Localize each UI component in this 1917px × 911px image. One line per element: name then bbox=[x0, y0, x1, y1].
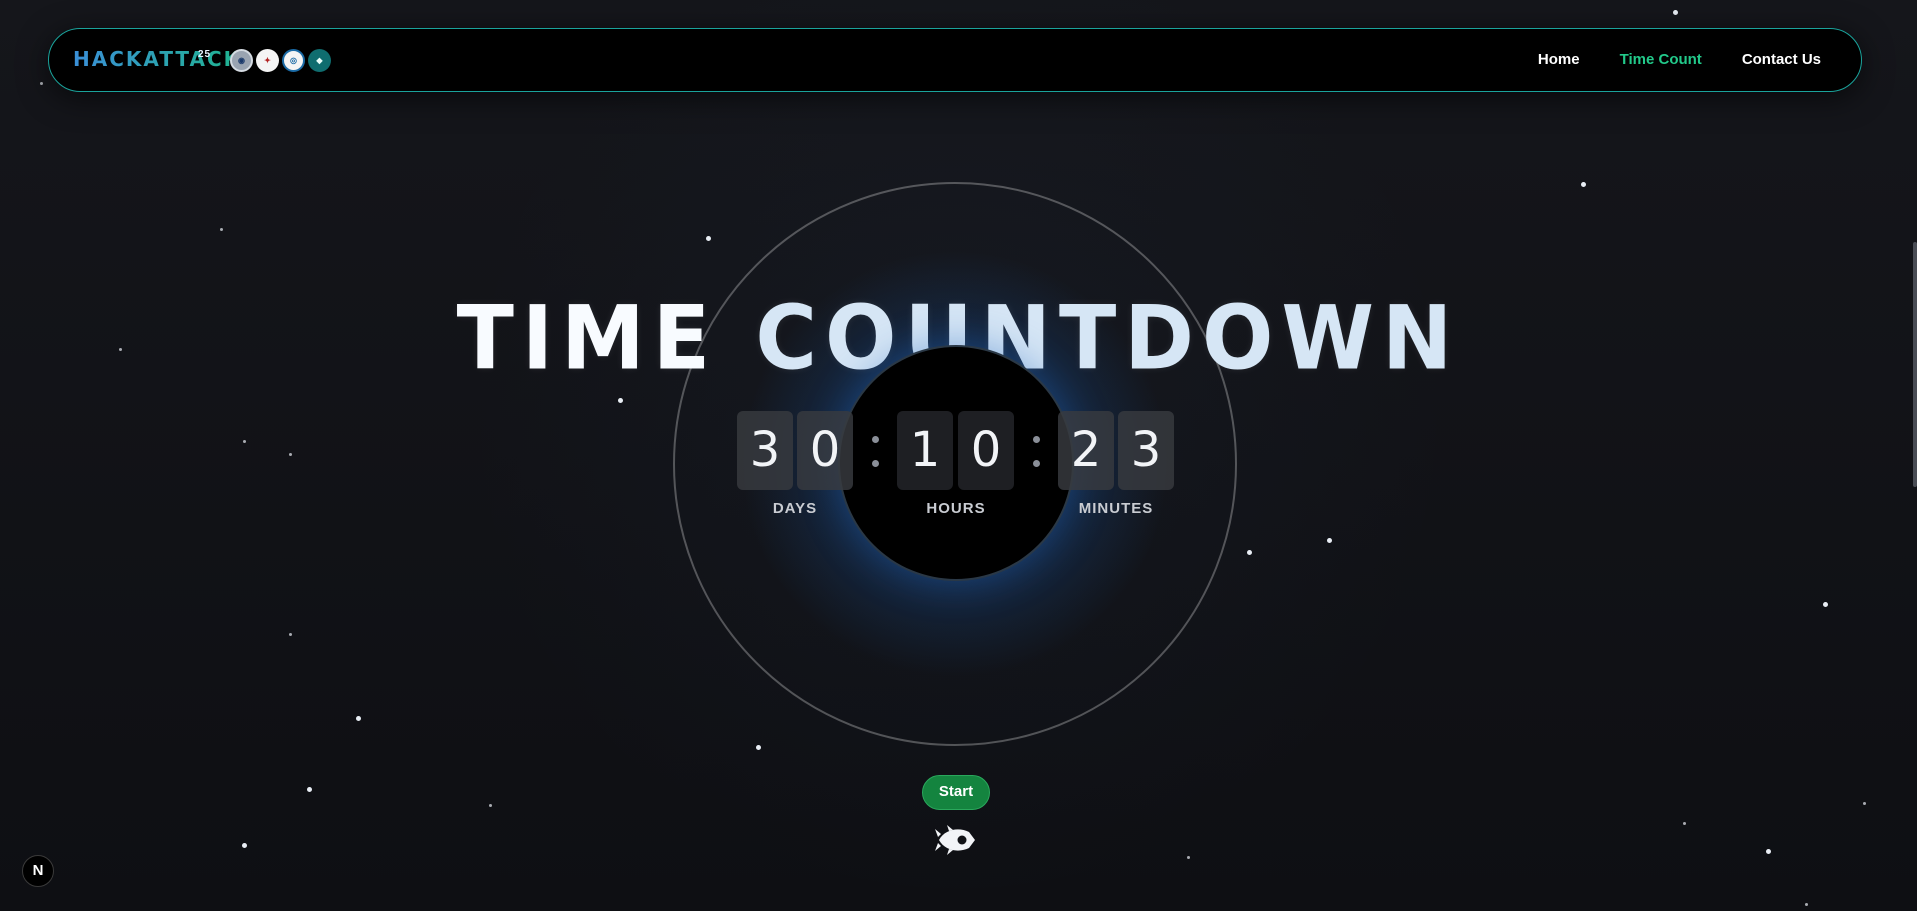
separator-colon bbox=[870, 430, 880, 474]
star bbox=[1863, 802, 1866, 805]
minutes-digit-2: 3 bbox=[1118, 411, 1174, 490]
partner-logo-1-icon: ◉ bbox=[230, 49, 253, 72]
star bbox=[618, 398, 623, 403]
star bbox=[1327, 538, 1332, 543]
partner-logo-4-icon: ◆ bbox=[308, 49, 331, 72]
star bbox=[1247, 550, 1252, 555]
nav-links: Home Time Count Contact Us bbox=[1538, 51, 1821, 68]
navbar: HACKATTACK 25 ◉ ✦ ◎ ◆ Home Time Count Co… bbox=[48, 28, 1862, 92]
page: HACKATTACK 25 ◉ ✦ ◎ ◆ Home Time Count Co… bbox=[0, 0, 1917, 911]
star bbox=[243, 440, 246, 443]
star bbox=[289, 633, 292, 636]
partner-logo-2-icon: ✦ bbox=[256, 49, 279, 72]
brand-superscript: 25 bbox=[198, 49, 212, 60]
partner-logos: ◉ ✦ ◎ ◆ bbox=[230, 49, 331, 72]
star bbox=[1683, 822, 1686, 825]
days-digit-2: 0 bbox=[797, 411, 853, 490]
star bbox=[289, 453, 292, 456]
star bbox=[1187, 856, 1190, 859]
nav-link-home[interactable]: Home bbox=[1538, 51, 1580, 68]
star bbox=[756, 745, 761, 750]
scrollbar[interactable] bbox=[1913, 242, 1917, 487]
days-label: DAYS bbox=[772, 500, 818, 517]
title-part-countdown: COUNTDOWN bbox=[755, 286, 1461, 390]
start-button[interactable]: Start bbox=[922, 775, 990, 810]
star bbox=[356, 716, 361, 721]
rocket-icon[interactable] bbox=[935, 823, 977, 862]
partner-logo-3-icon: ◎ bbox=[282, 49, 305, 72]
star bbox=[489, 804, 492, 807]
star bbox=[220, 228, 223, 231]
star bbox=[1581, 182, 1586, 187]
hours-digit-2: 0 bbox=[958, 411, 1014, 490]
star bbox=[40, 82, 43, 85]
hours-digit-1: 1 bbox=[897, 411, 953, 490]
minutes-label: MINUTES bbox=[1078, 500, 1154, 517]
star bbox=[242, 843, 247, 848]
star bbox=[307, 787, 312, 792]
star bbox=[1766, 849, 1771, 854]
separator-colon bbox=[1031, 430, 1041, 474]
hours-label: HOURS bbox=[926, 500, 986, 517]
nav-link-contact-us[interactable]: Contact Us bbox=[1742, 51, 1821, 68]
star bbox=[1823, 602, 1828, 607]
star bbox=[1805, 903, 1808, 906]
minutes-digit-1: 2 bbox=[1058, 411, 1114, 490]
days-digit-1: 3 bbox=[737, 411, 793, 490]
title-part-time: TIME bbox=[456, 286, 719, 390]
dev-badge-icon[interactable]: N bbox=[22, 855, 54, 887]
star bbox=[1673, 10, 1678, 15]
brand-logo[interactable]: HACKATTACK bbox=[73, 47, 241, 71]
nav-link-time-count[interactable]: Time Count bbox=[1620, 51, 1702, 68]
star bbox=[706, 236, 711, 241]
